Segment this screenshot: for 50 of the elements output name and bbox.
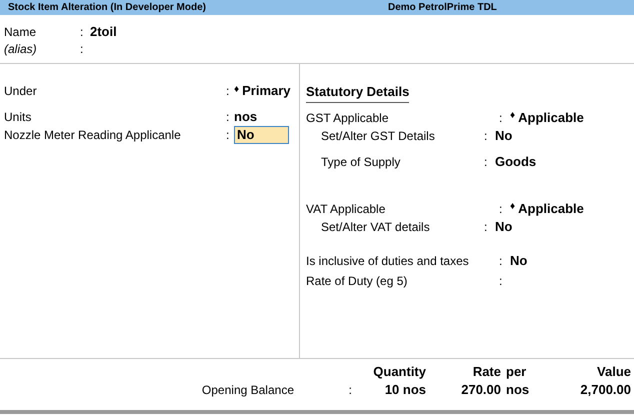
row-label: Opening Balance [200,382,294,399]
field-value: Primary [242,82,291,100]
colon: : [348,382,353,399]
colon: : [484,218,488,236]
field-label: Name [4,24,38,40]
field-label: Is inclusive of duties and taxes [306,252,470,270]
colon: : [484,154,488,170]
field-label: (alias) [4,40,38,58]
window-title: Stock Item Alteration (In Developer Mode) [8,1,207,15]
field-label: Rate of Duty (eg 5) [306,272,408,290]
field-value: Applicable [518,108,584,127]
field-label: Under [4,83,38,100]
field-value: No [495,218,512,236]
column-header: Quantity [372,362,426,381]
field-label: Nozzle Meter Reading Applicanle [4,127,182,144]
column-header: Value [596,362,631,381]
field-label: Type of Supply [320,154,402,170]
field-value: Goods [495,152,536,171]
diamond-icon: ♦ [510,199,516,214]
colon: : [226,83,230,100]
field-value: nos [234,108,258,126]
table-cell-text: nos [505,381,530,400]
section-heading: Statutory Details [306,82,410,102]
field-value: 2toil [90,22,117,41]
column-header: Rate [472,362,501,381]
colon: : [499,110,504,126]
field-label: Units [4,109,32,126]
diamond-icon: ♦ [234,82,240,96]
column-header: per [505,362,528,381]
input-field[interactable]: No [234,126,289,144]
colon: : [499,200,504,218]
colon: : [226,109,230,126]
field-label: GST Applicable [306,110,390,126]
field-label: Set/Alter GST Details [320,128,436,144]
field-label: Set/Alter VAT details [320,218,431,236]
diamond-icon: ♦ [510,108,516,123]
field-value: No [495,126,512,145]
colon: : [226,127,230,144]
colon: : [499,272,504,290]
colon: : [499,252,504,270]
field-value: Applicable [518,200,584,218]
field-label: VAT Applicable [306,200,386,218]
company-name: Demo PetrolPrime TDL [388,1,497,15]
field-value: No [510,252,528,270]
table-cell-text: 10 nos [384,381,426,400]
colon: : [80,24,84,40]
colon: : [80,40,84,58]
colon: : [484,128,488,144]
table-cell-text: 2,700.00 [579,381,631,400]
table-cell-text: 270.00 [460,381,501,400]
